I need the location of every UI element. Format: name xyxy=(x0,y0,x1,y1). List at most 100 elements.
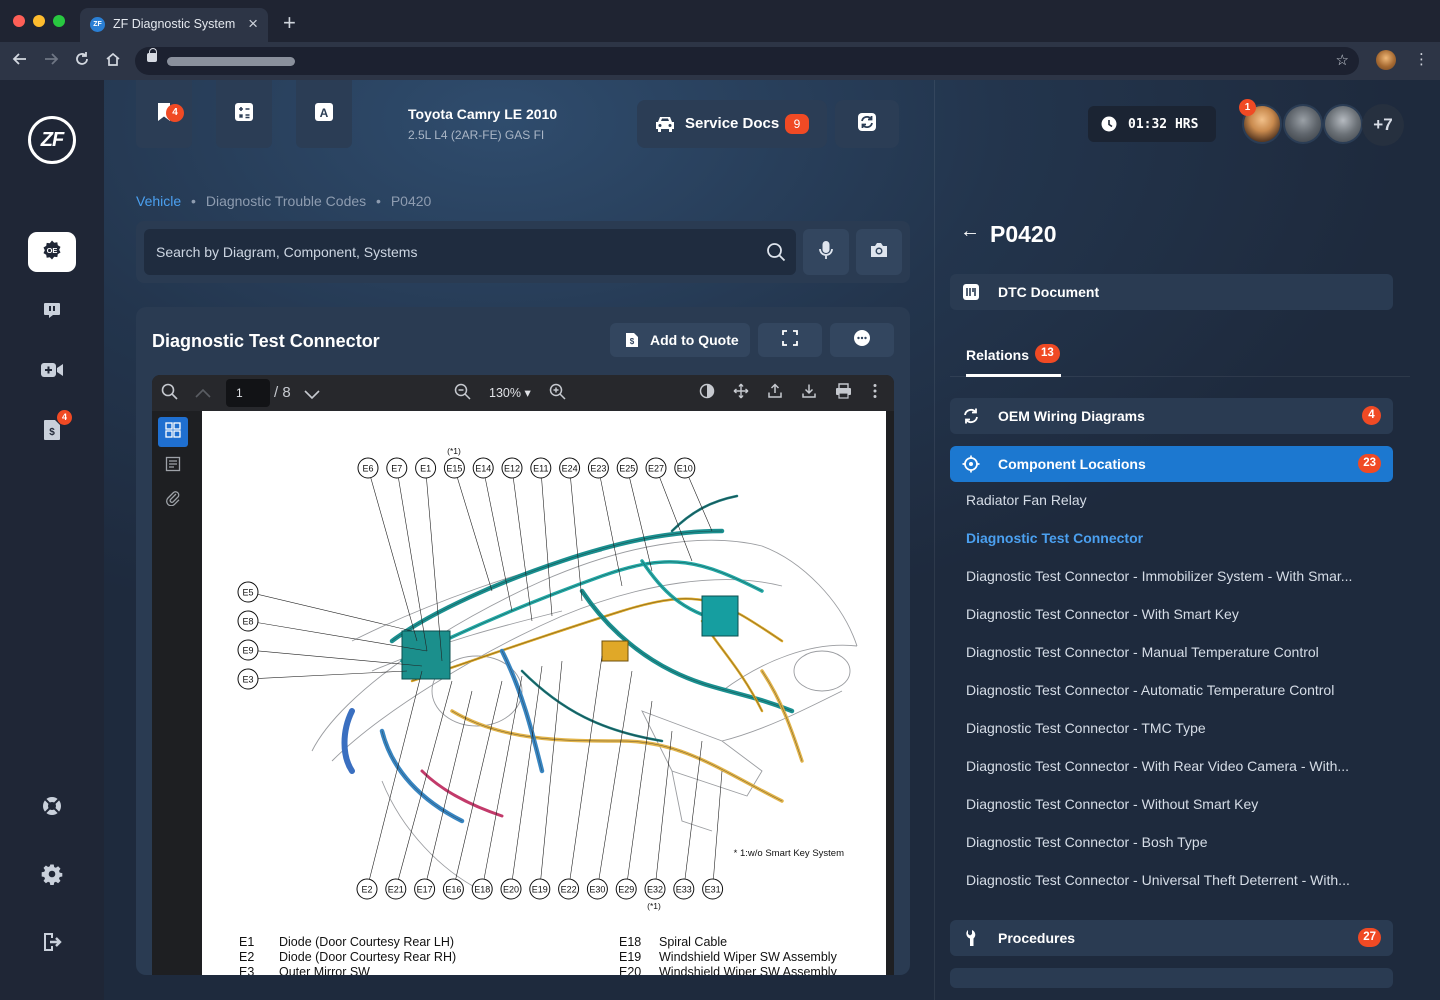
address-bar[interactable]: ☆ xyxy=(135,47,1359,75)
forward-icon[interactable] xyxy=(43,51,59,72)
search-input[interactable] xyxy=(156,229,756,275)
svg-text:E17: E17 xyxy=(417,885,433,895)
next-page-icon[interactable] xyxy=(304,387,320,404)
tab-relations[interactable]: Relations xyxy=(966,347,1029,363)
sidebar-item-oe[interactable]: OE xyxy=(28,232,76,272)
pdf-sidebar xyxy=(152,411,196,975)
list-item[interactable]: Diagnostic Test Connector - Without Smar… xyxy=(966,796,1386,834)
browser-profile-avatar[interactable] xyxy=(1376,50,1396,70)
bookmark-count-badge: 4 xyxy=(166,104,184,122)
bookmarks-button[interactable]: 4 xyxy=(136,80,192,148)
more-users-count[interactable]: +7 xyxy=(1362,104,1404,146)
fullscreen-button[interactable] xyxy=(758,323,822,357)
tab-title: ZF Diagnostic System xyxy=(113,17,236,31)
maximize-window-icon[interactable] xyxy=(53,15,65,27)
zoom-out-icon[interactable] xyxy=(454,383,471,404)
pdf-search-icon[interactable] xyxy=(161,383,178,404)
list-item[interactable]: Diagnostic Test Connector - With Smart K… xyxy=(966,606,1386,644)
svg-text:E10: E10 xyxy=(677,464,693,474)
connector-callout-e8: E8 xyxy=(237,610,428,652)
list-item[interactable]: Diagnostic Test Connector - Automatic Te… xyxy=(966,682,1386,720)
breadcrumb-item-current: P0420 xyxy=(390,193,432,209)
zoom-select[interactable]: 130% ▾ xyxy=(489,385,531,400)
legend-item-e2: E2 Diode (Door Courtesy Rear RH) xyxy=(239,950,457,964)
connector-callout-e31: E31 xyxy=(702,770,724,900)
user-avatar-2[interactable] xyxy=(1283,104,1323,144)
font-size-button[interactable]: A xyxy=(296,80,352,148)
breadcrumb-item-dtc[interactable]: Diagnostic Trouble Codes xyxy=(206,193,366,209)
component-locations-section[interactable]: Component Locations 23 xyxy=(950,446,1393,482)
calculator-button[interactable] xyxy=(216,80,272,148)
outline-button[interactable] xyxy=(158,451,188,481)
users-notification-badge: 1 xyxy=(1239,99,1256,116)
print-icon[interactable] xyxy=(835,383,852,403)
component-locations-badge: 23 xyxy=(1358,454,1381,473)
sidebar-item-video[interactable] xyxy=(28,352,76,392)
sidebar-item-quotes[interactable]: $ 4 xyxy=(28,410,76,452)
attachments-button[interactable] xyxy=(158,485,188,515)
image-search-button[interactable] xyxy=(856,229,902,275)
share-icon[interactable] xyxy=(767,383,783,403)
sidebar-item-settings[interactable] xyxy=(28,856,76,896)
list-item[interactable]: Diagnostic Test Connector - Bosh Type xyxy=(966,834,1386,872)
document-title: Diagnostic Test Connector xyxy=(152,331,380,351)
list-item[interactable]: Diagnostic Test Connector - Universal Th… xyxy=(966,872,1386,910)
svg-text:$: $ xyxy=(49,427,55,438)
zoom-in-icon[interactable] xyxy=(549,383,566,404)
browser-menu-icon[interactable]: ⋮ xyxy=(1414,50,1429,68)
breadcrumb-item-vehicle[interactable]: Vehicle xyxy=(136,193,181,209)
oe-icon: OE xyxy=(41,239,63,266)
list-item-selected[interactable]: Diagnostic Test Connector xyxy=(966,530,1386,568)
oem-wiring-diagrams-section[interactable]: OEM Wiring Diagrams 4 xyxy=(950,398,1393,434)
browser-tab[interactable]: ZF ZF Diagnostic System × xyxy=(80,8,268,42)
pan-icon[interactable] xyxy=(733,383,749,403)
procedures-label: Procedures xyxy=(998,930,1076,946)
search-icon[interactable] xyxy=(766,242,786,267)
logout-icon xyxy=(41,931,63,958)
page-number-input[interactable]: 1 xyxy=(226,379,270,407)
add-to-quote-button[interactable]: $ Add to Quote xyxy=(610,323,750,357)
connector-callout-e32: E32 xyxy=(644,730,673,900)
dtc-document-button[interactable]: DTC Document xyxy=(950,274,1393,310)
back-icon[interactable] xyxy=(12,51,28,72)
home-icon[interactable] xyxy=(105,51,121,72)
procedures-section[interactable]: Procedures 27 xyxy=(950,920,1393,956)
legend-item-e18: E18 Spiral Cable xyxy=(619,935,728,949)
theme-icon[interactable] xyxy=(699,383,715,403)
more-options-button[interactable] xyxy=(830,323,894,357)
list-item[interactable]: Diagnostic Test Connector - TMC Type xyxy=(966,720,1386,758)
close-window-icon[interactable] xyxy=(13,15,25,27)
svg-text:E20: E20 xyxy=(503,885,519,895)
new-tab-icon[interactable]: + xyxy=(283,10,296,36)
bookmark-star-icon[interactable]: ☆ xyxy=(1336,51,1349,69)
reload-icon[interactable] xyxy=(74,51,90,72)
list-item[interactable]: Diagnostic Test Connector - Immobilizer … xyxy=(966,568,1386,606)
relations-count-badge: 13 xyxy=(1035,344,1060,363)
sidebar-item-support[interactable] xyxy=(28,788,76,828)
service-docs-button[interactable]: Service Docs 9 xyxy=(637,100,827,148)
svg-text:E14: E14 xyxy=(475,464,491,474)
sidebar-item-chat[interactable] xyxy=(28,292,76,332)
svg-text:E21: E21 xyxy=(388,885,404,895)
list-item[interactable]: Diagnostic Test Connector - With Rear Vi… xyxy=(966,758,1386,796)
bottom-note: (*1) xyxy=(647,901,661,911)
user-avatar-3[interactable] xyxy=(1323,104,1363,144)
oem-wiring-diagrams-badge: 4 xyxy=(1362,406,1381,425)
minimize-window-icon[interactable] xyxy=(33,15,45,27)
fullscreen-icon xyxy=(782,329,798,351)
pdf-menu-icon[interactable] xyxy=(873,383,877,403)
list-item[interactable]: Diagnostic Test Connector - Manual Tempe… xyxy=(966,644,1386,682)
svg-text:E11: E11 xyxy=(533,464,548,474)
microphone-icon xyxy=(818,240,834,265)
previous-page-icon[interactable] xyxy=(195,385,211,402)
zf-logo[interactable]: ZF xyxy=(28,116,76,164)
sidebar-item-logout[interactable] xyxy=(28,924,76,964)
thumbnails-button[interactable] xyxy=(158,417,188,447)
svg-text:E23: E23 xyxy=(590,464,606,474)
list-item[interactable]: Radiator Fan Relay xyxy=(966,492,1386,530)
back-arrow-icon[interactable]: ← xyxy=(960,220,980,243)
sync-button[interactable] xyxy=(835,100,899,148)
tab-close-icon[interactable]: × xyxy=(248,14,258,34)
voice-search-button[interactable] xyxy=(803,229,849,275)
download-icon[interactable] xyxy=(801,383,817,403)
